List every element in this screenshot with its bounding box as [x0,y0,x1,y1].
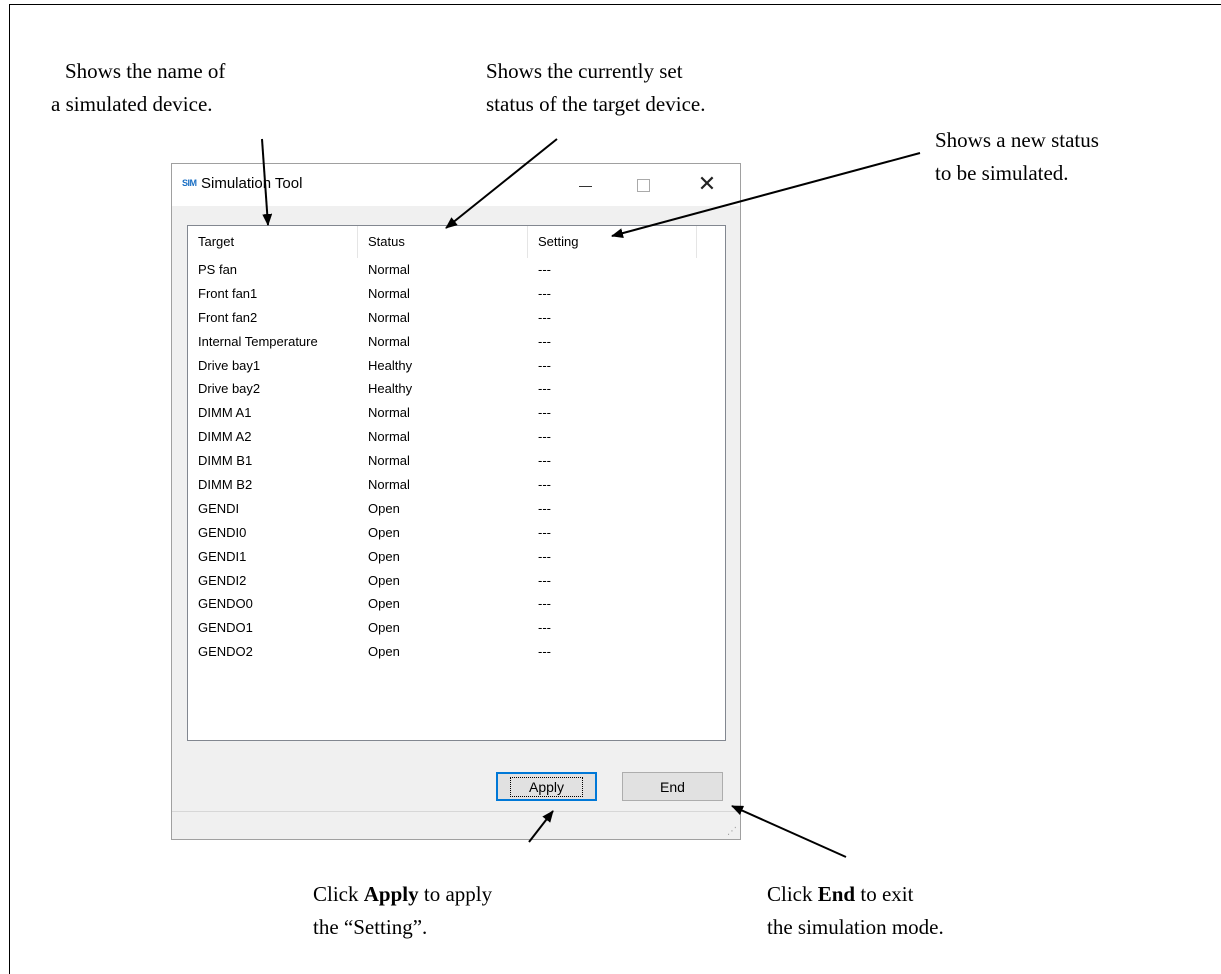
callout-arrows [261,138,921,858]
arrow-status [445,138,558,229]
arrow-target-name [261,138,273,226]
arrow-apply [528,810,554,843]
arrow-setting [611,152,921,238]
arrow-end [731,805,847,858]
